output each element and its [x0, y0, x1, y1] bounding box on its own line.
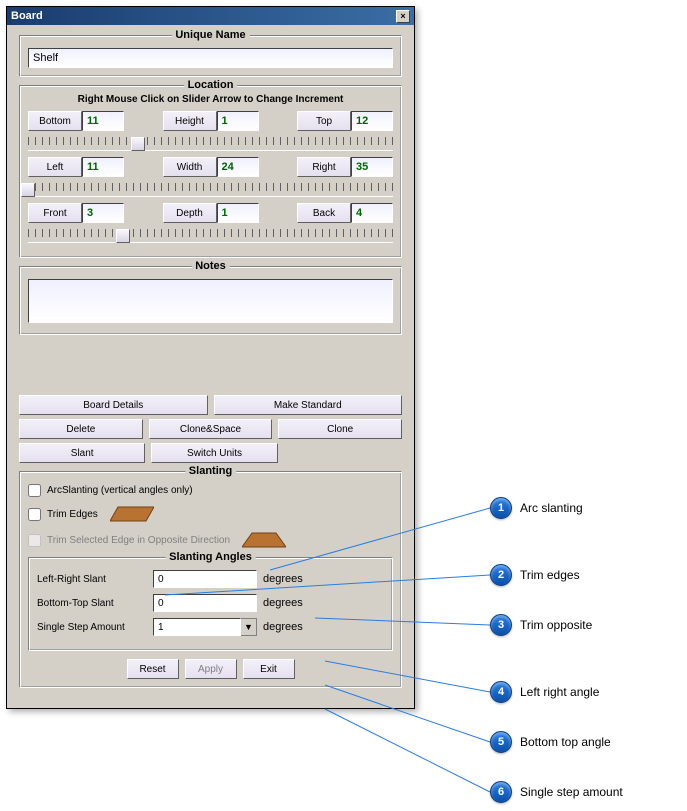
slider-track[interactable]: [28, 225, 393, 243]
arc-slanting-label: ArcSlanting (vertical angles only): [47, 485, 193, 496]
bt-degrees-label: degrees: [263, 597, 303, 609]
exit-button[interactable]: Exit: [243, 659, 295, 679]
callout-text: Left right angle: [520, 685, 599, 699]
make-standard-button[interactable]: Make Standard: [214, 395, 403, 415]
callout-bubble: 5: [490, 731, 512, 753]
location-row: Front Depth Back: [28, 203, 393, 223]
slant-button[interactable]: Slant: [19, 443, 145, 463]
location-row: Bottom Height Top: [28, 111, 393, 131]
titlebar: Board ×: [7, 7, 414, 25]
loc-b-input[interactable]: [351, 157, 393, 177]
unique-name-input[interactable]: [28, 48, 393, 68]
trim-opposite-checkbox[interactable]: [28, 534, 41, 547]
location-legend: Location: [184, 79, 238, 91]
close-icon[interactable]: ×: [396, 10, 410, 23]
step-amount-input[interactable]: [153, 618, 241, 636]
slider-thumb[interactable]: [131, 137, 145, 151]
arc-slanting-checkbox[interactable]: [28, 484, 41, 497]
loc-m-input[interactable]: [217, 203, 259, 223]
board-details-button[interactable]: Board Details: [19, 395, 208, 415]
slider-thumb[interactable]: [21, 183, 35, 197]
lr-degrees-label: degrees: [263, 573, 303, 585]
unique-name-group: Unique Name: [19, 35, 402, 77]
loc-a-button[interactable]: Bottom: [28, 111, 82, 131]
clone-space-button[interactable]: Clone&Space: [149, 419, 273, 439]
callout-text: Arc slanting: [520, 501, 583, 515]
board-dialog: Board × Unique Name Location Right Mouse…: [6, 6, 415, 709]
reset-button[interactable]: Reset: [127, 659, 179, 679]
loc-b-input[interactable]: [351, 203, 393, 223]
callout-text: Single step amount: [520, 785, 623, 799]
callout-text: Trim opposite: [520, 618, 592, 632]
step-amount-label: Single Step Amount: [37, 622, 147, 633]
trim-edges-checkbox[interactable]: [28, 508, 41, 521]
step-degrees-label: degrees: [263, 621, 303, 633]
loc-b-button[interactable]: Right: [297, 157, 351, 177]
loc-m-button[interactable]: Width: [163, 157, 217, 177]
loc-b-input[interactable]: [351, 111, 393, 131]
slanting-angles-legend: Slanting Angles: [165, 551, 256, 563]
switch-units-button[interactable]: Switch Units: [151, 443, 277, 463]
trim-edges-label: Trim Edges: [47, 509, 98, 520]
delete-button[interactable]: Delete: [19, 419, 143, 439]
trim-opposite-label: Trim Selected Edge in Opposite Direction: [47, 535, 230, 546]
location-row: Left Width Right: [28, 157, 393, 177]
loc-a-button[interactable]: Left: [28, 157, 82, 177]
loc-b-button[interactable]: Top: [297, 111, 351, 131]
callout-bubble: 3: [490, 614, 512, 636]
parallelogram-icon: [110, 505, 154, 523]
slanting-legend: Slanting: [185, 465, 236, 477]
clone-button[interactable]: Clone: [278, 419, 402, 439]
loc-m-input[interactable]: [217, 111, 259, 131]
callout-bubble: 1: [490, 497, 512, 519]
chevron-down-icon[interactable]: ▼: [241, 618, 257, 636]
callout-text: Trim edges: [520, 568, 580, 582]
callout-bubble: 2: [490, 564, 512, 586]
slider-track[interactable]: [28, 179, 393, 197]
slider-thumb[interactable]: [116, 229, 130, 243]
slanting-group: Slanting ArcSlanting (vertical angles on…: [19, 471, 402, 688]
callout-bubble: 4: [490, 681, 512, 703]
callout-bubble: 6: [490, 781, 512, 803]
notes-legend: Notes: [191, 260, 230, 272]
unique-name-legend: Unique Name: [171, 29, 249, 41]
loc-a-input[interactable]: [82, 203, 124, 223]
notes-input[interactable]: [28, 279, 393, 323]
loc-a-input[interactable]: [82, 157, 124, 177]
loc-m-button[interactable]: Depth: [163, 203, 217, 223]
location-group: Location Right Mouse Click on Slider Arr…: [19, 85, 402, 258]
lr-slant-label: Left-Right Slant: [37, 574, 147, 585]
loc-a-button[interactable]: Front: [28, 203, 82, 223]
slanting-angles-group: Slanting Angles Left-Right Slant degrees…: [28, 557, 393, 651]
apply-button[interactable]: Apply: [185, 659, 237, 679]
trapezoid-icon: [242, 531, 286, 549]
slider-track[interactable]: [28, 133, 393, 151]
window-title: Board: [11, 10, 43, 22]
notes-group: Notes: [19, 266, 402, 335]
callout-text: Bottom top angle: [520, 735, 611, 749]
bt-slant-input[interactable]: [153, 594, 257, 612]
action-buttons: Board Details Make Standard Delete Clone…: [19, 395, 402, 463]
location-hint: Right Mouse Click on Slider Arrow to Cha…: [28, 94, 393, 105]
bt-slant-label: Bottom-Top Slant: [37, 598, 147, 609]
loc-b-button[interactable]: Back: [297, 203, 351, 223]
loc-a-input[interactable]: [82, 111, 124, 131]
lr-slant-input[interactable]: [153, 570, 257, 588]
loc-m-input[interactable]: [217, 157, 259, 177]
loc-m-button[interactable]: Height: [163, 111, 217, 131]
